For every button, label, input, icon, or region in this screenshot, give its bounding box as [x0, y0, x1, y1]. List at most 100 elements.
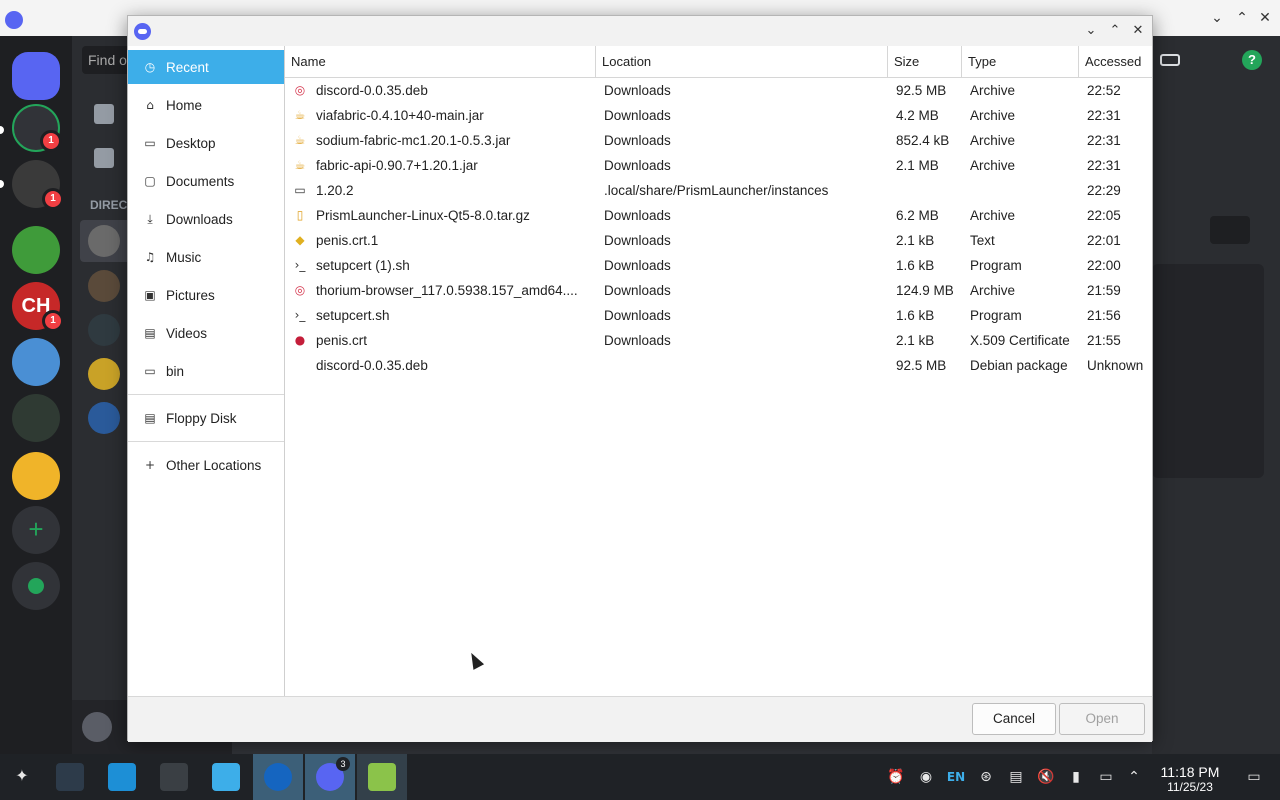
debian-package-icon: ◎	[294, 83, 306, 97]
music-icon: ♫	[144, 250, 156, 264]
show-hidden-icons-icon[interactable]: ⌃	[1124, 767, 1144, 787]
column-header-location[interactable]: Location	[596, 46, 888, 77]
file-type: Archive	[970, 133, 1016, 148]
column-header-size[interactable]: Size	[888, 46, 962, 77]
sidebar-item-pictures[interactable]: ▣ Pictures	[128, 278, 284, 312]
sidebar-item-downloads[interactable]: ⤓ Downloads	[128, 202, 284, 236]
app-launcher-icon[interactable]: ✦	[12, 766, 32, 786]
server-hand[interactable]	[12, 452, 60, 500]
sidebar-item-label: Documents	[166, 173, 235, 189]
file-row[interactable]: ▭ 1.20.2 .local/share/PrismLauncher/inst…	[285, 178, 1152, 203]
file-list-header: Name Location Size Type Accessed	[285, 46, 1152, 78]
sidebar-item-label: Recent	[166, 59, 209, 75]
server-dark[interactable]	[12, 394, 60, 442]
alarm-icon[interactable]: ⏰	[886, 767, 906, 787]
updates-icon[interactable]: ⊛	[976, 767, 996, 787]
explore-servers-button[interactable]	[12, 562, 60, 610]
file-size: 2.1 MB	[896, 158, 939, 173]
network-icon[interactable]: ▭	[1096, 767, 1116, 787]
file-row[interactable]: ◎ thorium-browser_117.0.5938.157_amd64..…	[285, 278, 1152, 303]
dm-avatar[interactable]	[88, 402, 120, 434]
file-type: Archive	[970, 158, 1016, 173]
file-type: Archive	[970, 208, 1016, 223]
server-ch[interactable]: CH 1	[12, 282, 64, 332]
server-anime[interactable]	[12, 338, 60, 386]
java-archive-icon: ☕	[294, 108, 306, 122]
file-row[interactable]: ☕ sodium-fabric-mc1.20.1-0.5.3.jar Downl…	[285, 128, 1152, 153]
dm-avatar[interactable]	[88, 225, 120, 257]
volume-muted-icon[interactable]: 🔇	[1036, 767, 1056, 787]
discord-home-button[interactable]	[12, 52, 60, 100]
discord-app-icon[interactable]: 3	[316, 757, 350, 791]
show-desktop-icon[interactable]: ▭	[1244, 767, 1264, 787]
desktop-icon: ▭	[144, 136, 156, 150]
column-header-accessed[interactable]: Accessed	[1079, 46, 1152, 77]
sidebar-item-label: Floppy Disk	[166, 410, 237, 426]
dialog-close-icon[interactable]: ✕	[1129, 22, 1147, 40]
file-size: 4.2 MB	[896, 108, 939, 123]
file-row[interactable]: ◎ discord-0.0.35.deb Downloads 92.5 MB A…	[285, 78, 1152, 103]
system-clock[interactable]: 11:18 PM 11/25/23	[1150, 764, 1230, 794]
file-row[interactable]: ›_ setupcert (1).sh Downloads 1.6 kB Pro…	[285, 253, 1152, 278]
file-name: PrismLauncher-Linux-Qt5-8.0.tar.gz	[316, 208, 530, 223]
column-header-type[interactable]: Type	[962, 46, 1079, 77]
file-row[interactable]: ● penis.crt Downloads 2.1 kB X.509 Certi…	[285, 328, 1152, 353]
file-row[interactable]: ◆ penis.crt.1 Downloads 2.1 kB Text 22:0…	[285, 228, 1152, 253]
file-row[interactable]: ›_ setupcert.sh Downloads 1.6 kB Program…	[285, 303, 1152, 328]
settings-app-icon[interactable]	[56, 763, 84, 791]
sidebar-item-videos[interactable]: ▤ Videos	[128, 316, 284, 350]
file-row[interactable]: discord-0.0.35.deb 92.5 MB Debian packag…	[285, 353, 1152, 378]
minecraft-launcher-app-icon[interactable]	[368, 763, 396, 791]
close-icon[interactable]: ✕	[1256, 9, 1274, 27]
cancel-button[interactable]: Cancel	[972, 703, 1056, 735]
keyboard-layout-indicator[interactable]: EN	[946, 767, 966, 787]
column-header-name[interactable]: Name	[285, 46, 596, 77]
minimize-icon[interactable]: ⌄	[1208, 9, 1226, 27]
clipboard-icon[interactable]: ▤	[1006, 767, 1026, 787]
sidebar-item-bin[interactable]: ▭ bin	[128, 354, 284, 388]
file-accessed: 22:01	[1087, 233, 1121, 248]
add-server-button[interactable]: +	[12, 506, 60, 554]
open-button[interactable]: Open	[1059, 703, 1145, 735]
file-accessed: 21:59	[1087, 283, 1121, 298]
sidebar-item-recent[interactable]: ◷ Recent	[128, 50, 284, 84]
dialog-titlebar: ⌄ ⌃ ✕	[128, 16, 1152, 46]
maximize-icon[interactable]: ⌃	[1233, 9, 1251, 27]
clock-date: 11/25/23	[1167, 780, 1213, 794]
file-location: Downloads	[604, 308, 671, 323]
terminal-script-icon: ›_	[294, 258, 306, 272]
browser-app-icon[interactable]	[264, 763, 292, 791]
file-row[interactable]: ☕ viafabric-0.4.10+40-main.jar Downloads…	[285, 103, 1152, 128]
server-add-icon[interactable]: 1	[12, 104, 62, 152]
file-row[interactable]: ▯ PrismLauncher-Linux-Qt5-8.0.tar.gz Dow…	[285, 203, 1152, 228]
sidebar-item-home[interactable]: ⌂ Home	[128, 88, 284, 122]
inbox-icon[interactable]	[1160, 54, 1180, 66]
user-avatar[interactable]	[82, 712, 112, 742]
terminal-app-icon[interactable]	[160, 763, 188, 791]
nitro-icon[interactable]	[94, 148, 114, 168]
file-type: Debian package	[970, 358, 1068, 373]
help-icon[interactable]: ?	[1242, 50, 1262, 70]
friends-icon[interactable]	[94, 104, 114, 124]
file-list: Name Location Size Type Accessed ◎ disco…	[285, 46, 1152, 696]
dm-avatar[interactable]	[88, 314, 120, 346]
dm-avatar[interactable]	[88, 358, 120, 390]
battery-icon[interactable]: ▮	[1066, 767, 1086, 787]
server-green-art[interactable]	[12, 226, 60, 274]
sidebar-item-desktop[interactable]: ▭ Desktop	[128, 126, 284, 160]
server-avatar-glasses[interactable]: 1	[12, 160, 64, 210]
sidebar-item-other-locations[interactable]: + Other Locations	[128, 448, 284, 482]
dm-avatar[interactable]	[88, 270, 120, 302]
sidebar-item-music[interactable]: ♫ Music	[128, 240, 284, 274]
file-location: .local/share/PrismLauncher/instances	[604, 183, 829, 198]
java-archive-icon: ☕	[294, 133, 306, 147]
sidebar-item-documents[interactable]: ▢ Documents	[128, 164, 284, 198]
dialog-maximize-icon[interactable]: ⌃	[1106, 22, 1124, 40]
sidebar-item-floppy-disk[interactable]: ▤ Floppy Disk	[128, 401, 284, 435]
dialog-minimize-icon[interactable]: ⌄	[1082, 22, 1100, 40]
unread-pill	[0, 126, 4, 134]
discord-tray-icon[interactable]: ◉	[916, 767, 936, 787]
file-row[interactable]: ☕ fabric-api-0.90.7+1.20.1.jar Downloads…	[285, 153, 1152, 178]
file-manager-app-icon[interactable]	[212, 763, 240, 791]
store-app-icon[interactable]	[108, 763, 136, 791]
